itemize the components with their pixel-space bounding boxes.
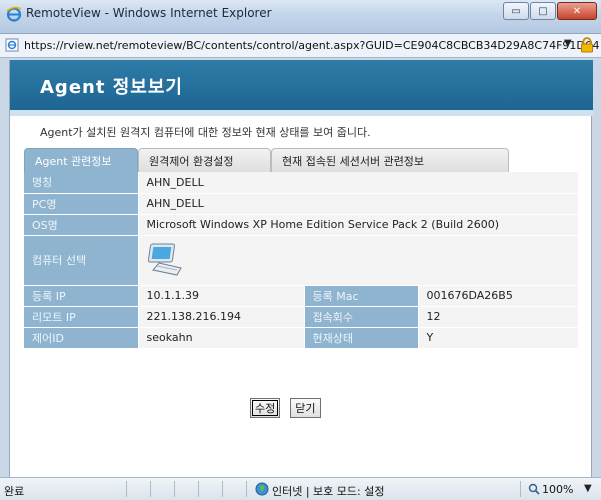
address-bar[interactable]: https://rview.net/remoteview/BC/contents… [0, 34, 601, 58]
lock-icon[interactable] [580, 37, 594, 53]
pc-name-label: PC명 [24, 193, 139, 215]
reg-mac-label: 등록 Mac [304, 285, 419, 307]
globe-icon [255, 482, 269, 496]
action-buttons: 수정 닫기 [250, 398, 331, 418]
computer-select-label: 컴퓨터 선택 [24, 235, 139, 286]
ie-page-icon [5, 38, 19, 52]
status-divider [246, 481, 247, 497]
table-row: 명칭 AHN_DELL [24, 172, 579, 194]
status-bar: 완료 인터넷 | 보호 모드: 설정 100% ▼ [0, 477, 601, 500]
ie-logo-icon [6, 6, 22, 22]
page-description: Agent가 설치된 원격지 컴퓨터에 대한 정보와 현재 상태를 보여 줍니다… [40, 126, 371, 139]
remote-ip-value: 221.138.216.194 [138, 306, 305, 328]
maximize-button[interactable]: □ [530, 2, 556, 20]
agent-info-table: 명칭 AHN_DELL PC명 AHN_DELL OS명 Microsoft W… [24, 172, 579, 349]
table-row: 리모트 IP 221.138.216.194 접속회수 12 [24, 306, 579, 328]
security-zone-text[interactable]: 인터넷 | 보호 모드: 설정 [272, 483, 384, 499]
connect-count-value: 12 [418, 306, 579, 328]
zoom-icon[interactable] [528, 483, 540, 495]
name-label: 명칭 [24, 172, 139, 194]
tab-bar: Agent 관련정보 원격제어 환경설정 현재 접속된 세션서버 관련정보 [24, 148, 509, 172]
status-divider [126, 481, 127, 497]
status-divider [222, 481, 223, 497]
os-name-value: Microsoft Windows XP Home Edition Servic… [138, 214, 579, 236]
remote-ip-label: 리모트 IP [24, 306, 139, 328]
os-name-label: OS명 [24, 214, 139, 236]
close-button[interactable]: 닫기 [290, 398, 321, 418]
reg-ip-label: 등록 IP [24, 285, 139, 307]
header-divider [10, 110, 593, 116]
tab-remote-control-settings[interactable]: 원격제어 환경설정 [138, 148, 271, 172]
current-status-value: Y [418, 327, 579, 349]
control-id-value: seokahn [138, 327, 305, 349]
window-title: RemoteView - Windows Internet Explorer [26, 6, 272, 20]
minimize-button[interactable]: ▭ [503, 2, 529, 20]
pc-name-value: AHN_DELL [138, 193, 579, 215]
edit-button[interactable]: 수정 [250, 398, 281, 418]
status-divider [520, 481, 521, 497]
control-id-label: 제어ID [24, 327, 139, 349]
window-controls: ▭ □ ✕ [502, 2, 597, 20]
name-value: AHN_DELL [138, 172, 579, 194]
page-title: Agent 정보보기 [40, 77, 183, 98]
table-row: 등록 IP 10.1.1.39 등록 Mac 001676DA26B5 [24, 285, 579, 307]
table-row: PC명 AHN_DELL [24, 193, 579, 215]
tab-session-server-info[interactable]: 현재 접속된 세션서버 관련정보 [271, 148, 509, 172]
current-status-label: 현재상태 [304, 327, 419, 349]
table-row: OS명 Microsoft Windows XP Home Edition Se… [24, 214, 579, 236]
page-header: Agent 정보보기 [10, 60, 593, 110]
close-window-button[interactable]: ✕ [557, 2, 597, 20]
reg-ip-value: 10.1.1.39 [138, 285, 305, 307]
status-text: 완료 [4, 485, 25, 498]
zoom-level[interactable]: 100% [542, 483, 573, 496]
url-text[interactable]: https://rview.net/remoteview/BC/contents… [24, 39, 600, 52]
chevron-down-icon[interactable]: ▼ [564, 38, 572, 49]
computer-icon[interactable] [147, 242, 187, 278]
table-row: 컴퓨터 선택 [24, 235, 579, 286]
computer-select-cell [138, 235, 579, 286]
reg-mac-value: 001676DA26B5 [418, 285, 579, 307]
window-titlebar: RemoteView - Windows Internet Explorer ▭… [0, 0, 601, 34]
page-content: Agent 정보보기 Agent가 설치된 원격지 컴퓨터에 대한 정보와 현재… [9, 60, 593, 477]
status-divider [150, 481, 151, 497]
chevron-down-icon[interactable]: ▼ [584, 483, 592, 494]
tab-agent-info[interactable]: Agent 관련정보 [24, 148, 138, 172]
table-row: 제어ID seokahn 현재상태 Y [24, 327, 579, 349]
connect-count-label: 접속회수 [304, 306, 419, 328]
status-divider [174, 481, 175, 497]
status-divider [198, 481, 199, 497]
